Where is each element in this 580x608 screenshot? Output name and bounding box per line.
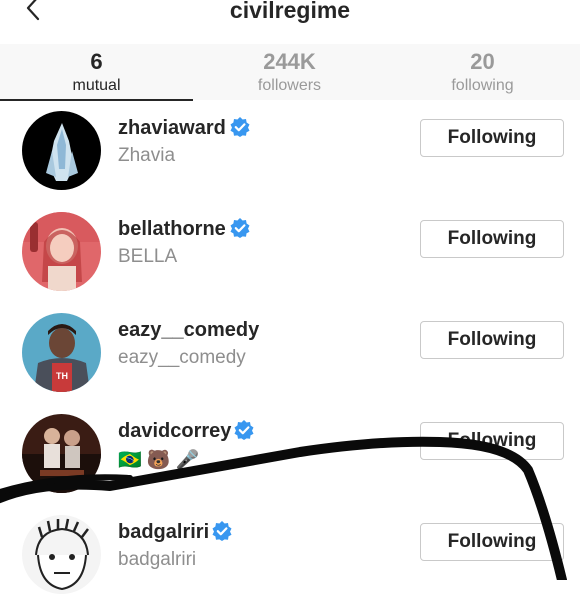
avatar[interactable]: TH [22, 313, 101, 392]
tab-count: 20 [470, 49, 495, 74]
verified-badge-icon [212, 521, 232, 541]
following-button[interactable]: Following [420, 321, 564, 359]
full-name: badgalriri [118, 549, 197, 570]
list-item[interactable]: davidcorrey 🇧🇷 🐻 🎤 Following [0, 406, 580, 507]
full-name: BELLA [118, 246, 178, 267]
tab-count: 6 [90, 49, 103, 74]
following-button[interactable]: Following [420, 119, 564, 157]
username[interactable]: zhaviaward [118, 117, 226, 140]
list-item[interactable]: TH eazy__comedy eazy__comedy Following [0, 305, 580, 406]
tab-bar: 6 mutual 244K followers 20 following [0, 44, 580, 100]
header-bar: civilregime [0, 0, 580, 28]
username[interactable]: davidcorrey [118, 420, 231, 443]
username[interactable]: eazy__comedy [118, 319, 259, 342]
following-button[interactable]: Following [420, 523, 564, 561]
full-name: eazy__comedy [118, 347, 246, 368]
following-button[interactable]: Following [420, 220, 564, 258]
tab-label: followers [257, 77, 322, 94]
verified-badge-icon [230, 218, 250, 238]
avatar[interactable] [22, 515, 101, 594]
following-button[interactable]: Following [420, 422, 564, 460]
username[interactable]: bellathorne [118, 218, 226, 241]
tab-count: 244K [263, 49, 316, 74]
avatar[interactable] [22, 111, 101, 190]
username[interactable]: badgalriri [118, 521, 209, 544]
active-tab-indicator [0, 99, 193, 101]
tab-followers[interactable]: 244K followers [193, 44, 386, 100]
verified-badge-icon [230, 117, 250, 137]
list-item[interactable]: badgalriri badgalriri Following [0, 507, 580, 608]
tab-label: mutual [72, 77, 121, 94]
avatar[interactable] [22, 212, 101, 291]
tab-mutual[interactable]: 6 mutual [0, 44, 193, 100]
tab-label: following [451, 77, 514, 94]
full-name-emoji: 🇧🇷 🐻 🎤 [118, 450, 200, 471]
list-item[interactable]: bellathorne BELLA Following [0, 204, 580, 305]
full-name: Zhavia [118, 145, 176, 166]
avatar[interactable] [22, 414, 101, 493]
list-item[interactable]: zhaviaward Zhavia Following [0, 103, 580, 204]
svg-text:TH: TH [56, 371, 68, 381]
tab-following[interactable]: 20 following [386, 44, 579, 100]
page-title: civilregime [229, 0, 351, 23]
verified-badge-icon [234, 420, 254, 440]
